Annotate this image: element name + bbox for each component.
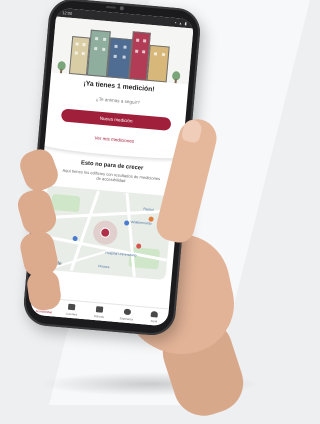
nav-item-lucentes[interactable]: Lucentes [57,300,86,320]
nav-label: Noticias [93,314,105,319]
status-time: 12:00 [62,10,73,16]
chat-icon [123,308,131,316]
status-icons: ▪ ▴ ▮ [174,19,189,27]
nav-label: Esperanza [119,316,134,322]
camera-icon [119,6,125,11]
person-icon [150,310,159,318]
nav-item-perfil[interactable]: Perfil [140,307,169,326]
buildings-illustration [51,16,194,85]
building-icon [146,44,170,83]
tree-icon [171,70,181,84]
map-label: Pinares [98,264,110,270]
nav-item-esperanza[interactable]: Esperanza [112,305,141,325]
map-park [51,193,81,213]
new-measurement-button[interactable]: Nueva medición [60,108,172,131]
news-icon [95,306,104,313]
subline: ¿Te animas a seguir? [95,96,140,106]
speaker-grille [105,5,116,9]
map-label: Repsol [143,206,154,212]
buildings-map[interactable]: Valdebernardo Repsol Pinares Hospital Un… [39,185,173,281]
nav-label: Perfil [150,318,158,324]
nav-label: Lucentes [65,311,78,317]
calendar-icon [68,303,76,311]
tree-icon [57,60,67,74]
nav-item-noticias[interactable]: Noticias [85,302,114,322]
map-label: Valdebernardo [130,219,152,226]
